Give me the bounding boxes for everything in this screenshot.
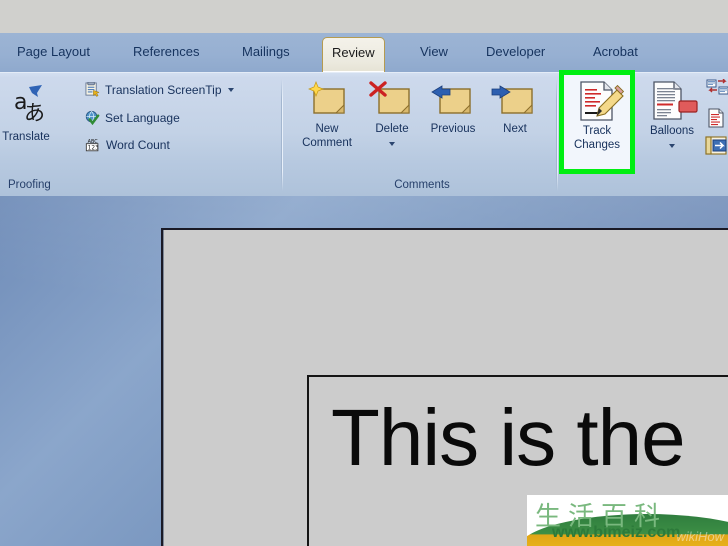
tab-page-layout[interactable]: Page Layout: [8, 38, 99, 72]
balloons-label: Balloons: [649, 125, 695, 137]
tab-mailings[interactable]: Mailings: [233, 38, 299, 72]
previous-comment-button[interactable]: Previous: [419, 81, 487, 137]
reviewing-pane-button[interactable]: [705, 136, 728, 161]
set-language-label: Set Language: [105, 110, 180, 125]
window-top-strip: [0, 0, 728, 33]
tab-review[interactable]: Review: [322, 37, 385, 72]
set-language-button[interactable]: Set Language: [85, 110, 180, 125]
next-comment-icon: [491, 85, 533, 114]
chevron-down-icon[interactable]: [227, 87, 234, 92]
reviewing-pane-icon: [705, 136, 727, 155]
group-label-proofing: Proofing: [8, 179, 51, 191]
new-comment-label-1: New: [315, 123, 339, 135]
delete-comment-label: Delete: [375, 123, 409, 135]
previous-comment-icon: [431, 85, 471, 114]
svg-text:ABC: ABC: [88, 139, 99, 145]
track-changes-label-2: Changes: [573, 138, 621, 151]
display-for-review-icon: [706, 78, 728, 95]
display-for-review-button[interactable]: [706, 78, 728, 100]
watermark-url: www.bimeiz.com: [552, 524, 681, 541]
track-changes-label-1: Track: [582, 125, 612, 137]
tab-references[interactable]: References: [124, 38, 208, 72]
svg-text:123: 123: [88, 145, 99, 151]
ribbon-group-tracking: Track Changes Balloons: [559, 70, 728, 197]
new-comment-label-2: Comment: [302, 136, 352, 149]
group-label-comments: Comments: [394, 179, 450, 191]
show-markup-icon: [708, 108, 724, 128]
tab-acrobat[interactable]: Acrobat: [584, 38, 647, 72]
track-changes-button[interactable]: Track Changes: [564, 79, 630, 152]
delete-comment-icon: [369, 81, 410, 114]
previous-comment-label: Previous: [430, 123, 476, 135]
globe-check-icon: [85, 110, 100, 125]
tab-view[interactable]: View: [411, 38, 457, 72]
new-comment-icon: [308, 81, 345, 114]
delete-comment-button[interactable]: Delete: [363, 81, 421, 150]
watermark-logo: 生活百科 www.bimeiz.com wikiHow: [527, 495, 728, 546]
new-comment-button[interactable]: New Comment: [290, 81, 364, 150]
chevron-down-icon[interactable]: [389, 141, 395, 146]
ribbon-group-comments: New Comment Delete Previous Next Comment…: [288, 73, 556, 197]
translation-screentip-button[interactable]: Translation ScreenTip: [85, 82, 234, 97]
next-comment-button[interactable]: Next: [484, 81, 546, 137]
translate-label: Translate: [2, 130, 50, 143]
balloons-icon: [653, 81, 698, 120]
tab-developer[interactable]: Developer: [477, 38, 554, 72]
document-workspace: This is the: [0, 196, 728, 546]
ribbon-panel: a あ Translate us: [0, 70, 728, 197]
word-application-window: Page Layout References Mailings Review V…: [0, 0, 728, 546]
ribbon-tab-bar: Page Layout References Mailings Review V…: [0, 33, 728, 72]
word-count-label: Word Count: [106, 138, 170, 152]
balloons-button[interactable]: Balloons: [640, 79, 704, 152]
watermark-ghost-text: wikiHow: [676, 529, 724, 544]
next-comment-label: Next: [503, 123, 527, 135]
group-separator-2: [556, 79, 558, 191]
svg-text:あ: あ: [24, 101, 45, 125]
document-text: This is the: [331, 393, 686, 482]
translate-button[interactable]: a あ Translate: [0, 79, 72, 144]
group-separator-1: [281, 79, 283, 191]
screentip-icon: [85, 82, 100, 97]
translation-screentip-label: Translation ScreenTip: [105, 82, 222, 97]
abc123-icon: ABC 123: [85, 139, 99, 151]
ribbon-group-proofing: a あ Translate us: [0, 73, 281, 197]
word-count-button[interactable]: ABC 123 Word Count: [85, 137, 170, 153]
show-markup-button[interactable]: [707, 108, 725, 133]
translate-icon: a あ: [14, 85, 45, 125]
track-changes-icon: [580, 81, 624, 121]
chevron-down-icon[interactable]: [669, 143, 675, 148]
